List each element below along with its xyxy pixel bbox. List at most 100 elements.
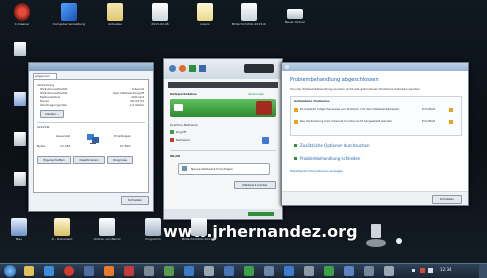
divider (37, 122, 145, 123)
desktop-icon-label: Programm (145, 237, 161, 241)
taskbar-media-icon[interactable] (104, 266, 114, 276)
show-desktop-button[interactable] (479, 264, 487, 278)
taskbar-app-icon[interactable] (244, 266, 254, 276)
taskbar-mail-icon[interactable] (84, 266, 94, 276)
sent-bytes: 12.345 (60, 144, 71, 148)
adapter-status-window: Allgemein Verbindung IPv4-Konnektivität … (28, 62, 154, 212)
refresh-icon[interactable] (169, 65, 176, 72)
folder-icon (287, 9, 303, 19)
desktop-icon-doc-2013[interactable]: 2013-02-06 (143, 3, 177, 26)
status-warning-icon (449, 120, 453, 124)
network-center-link[interactable]: Netzwerk-Center (234, 181, 276, 189)
document-icon (54, 218, 70, 236)
signal-icon (256, 101, 272, 115)
desktop-icon-bottom-1[interactable]: Neu (2, 218, 36, 241)
desktop-icon-label: Computer-Verwaltung (52, 22, 86, 26)
problem-row[interactable]: Es besteht möglicherweise ein Problem mi… (294, 107, 458, 117)
taskbar-app-icon[interactable] (164, 266, 174, 276)
start-button[interactable] (4, 265, 16, 277)
status-indicator (248, 212, 274, 216)
document-icon (152, 3, 168, 21)
recv-bytes: 67.890 (120, 144, 131, 148)
activity-label: Aktivität (37, 125, 50, 129)
desktop-icon-ccleaner[interactable]: C-Cleaner (5, 3, 39, 26)
tray-clock[interactable]: 12:34 (440, 267, 452, 272)
globe-icon[interactable] (179, 65, 186, 72)
taskbar-app-icon[interactable] (324, 266, 334, 276)
network-tray-icon[interactable] (420, 268, 425, 273)
taskbar-app-icon[interactable] (144, 266, 154, 276)
desktop-icon-label: Ordner von Bernd (93, 237, 121, 241)
close-button[interactable]: Schließen (121, 196, 149, 205)
desktop-icon-new-folder[interactable]: Neuer Ordner (278, 3, 312, 24)
warning-icon (294, 108, 298, 112)
option-close-troubleshooter[interactable]: Problembehandlung schließen (294, 156, 444, 162)
taskbar-app-icon[interactable] (384, 266, 394, 276)
troubleshooter-window: Problembehandlung abgeschlossen Von der … (281, 62, 469, 206)
settings-icon[interactable] (199, 65, 206, 72)
taskbar-app-icon[interactable] (304, 266, 314, 276)
desktop-icon-bottom-2[interactable]: D - Dokument (45, 218, 79, 241)
add-network-button[interactable]: Neues Netzwerk hinzufügen (178, 163, 270, 175)
list-item[interactable]: Netzwerk (170, 138, 270, 143)
connect-button[interactable] (244, 64, 274, 73)
desktop-icon-license[interactable]: Lizenz (188, 3, 222, 26)
window-titlebar[interactable] (282, 63, 468, 71)
taskbar-app-icon[interactable] (204, 266, 214, 276)
desktop-icon-bottom-5[interactable]: Bildschirmfoto 2013-02-05 (182, 218, 216, 241)
folder-icon (191, 218, 207, 236)
desktop-icon-left-3[interactable] (14, 132, 26, 146)
properties-button[interactable]: Eigenschaften (37, 156, 71, 164)
desktop-icon-left-2[interactable] (14, 92, 26, 106)
back-icon[interactable] (285, 65, 289, 69)
desktop-icon-computer-management[interactable]: Computer-Verwaltung (52, 3, 86, 26)
connected-status: Verbunden (248, 92, 265, 96)
info-icon[interactable] (262, 137, 269, 144)
header-strip (168, 82, 278, 88)
details-button[interactable]: Details... (40, 110, 64, 118)
list-item[interactable]: Zugriff (170, 130, 270, 135)
desktop-icon-left-4[interactable] (14, 172, 26, 186)
taskbar-app-icon[interactable] (184, 266, 194, 276)
taskbar-opera-icon[interactable] (64, 266, 74, 276)
desktop-icon-label: Aktuelles (108, 22, 122, 26)
window-titlebar[interactable] (29, 63, 153, 71)
taskbar-app-icon[interactable] (124, 266, 134, 276)
arrow-icon (294, 157, 297, 160)
plus-icon (182, 166, 187, 171)
taskbar-app-icon[interactable] (224, 266, 234, 276)
desktop-icon-left-1[interactable] (14, 42, 26, 56)
wlan-icon[interactable] (189, 65, 196, 72)
close-button[interactable]: Schließen (432, 195, 462, 204)
taskbar-browser-icon[interactable] (44, 266, 54, 276)
recv-label: Empfangen (114, 134, 132, 138)
tray-arrow-icon[interactable] (412, 269, 415, 272)
taskbar-app-icon[interactable] (264, 266, 274, 276)
desktop-icon-label: C-Cleaner (14, 22, 30, 26)
desktop-icon-current[interactable]: Aktuelles (98, 3, 132, 26)
taskbar-app-icon[interactable] (284, 266, 294, 276)
taskbar-explorer-icon[interactable] (24, 266, 34, 276)
desktop-icon-label: D - Dokument (51, 237, 73, 241)
desktop-icon-bottom-4[interactable]: Programm (136, 218, 170, 241)
desktop-icon-screenshot[interactable]: Bildschirmfoto 2013-02-06 (232, 3, 266, 26)
network-icon (170, 138, 174, 142)
diagnose-button[interactable]: Diagnose (107, 156, 133, 164)
disable-button[interactable]: Deaktivieren (73, 156, 105, 164)
sent-label: Gesendet (56, 134, 71, 138)
taskbar-app-icon[interactable] (344, 266, 354, 276)
connection-card[interactable] (170, 99, 276, 117)
taskbar-app-icon[interactable] (364, 266, 374, 276)
desktop-icon-bottom-3[interactable]: Ordner von Bernd (90, 218, 124, 241)
option-explore[interactable]: Zusätzliche Optionen durchsuchen (294, 143, 444, 149)
device-gadget-icon[interactable] (365, 222, 387, 248)
problem-row[interactable]: Die Verbindung zum Internet konnte nicht… (294, 119, 458, 129)
program-icon (145, 218, 161, 236)
volume-icon[interactable] (428, 268, 433, 273)
divider (170, 150, 276, 151)
document-icon (241, 3, 257, 21)
orb-gadget[interactable] (396, 238, 402, 244)
document-icon (197, 3, 213, 21)
desktop-icon-label: Neu (16, 237, 22, 241)
details-link[interactable]: Detaillierte Informationen anzeigen (290, 169, 343, 173)
